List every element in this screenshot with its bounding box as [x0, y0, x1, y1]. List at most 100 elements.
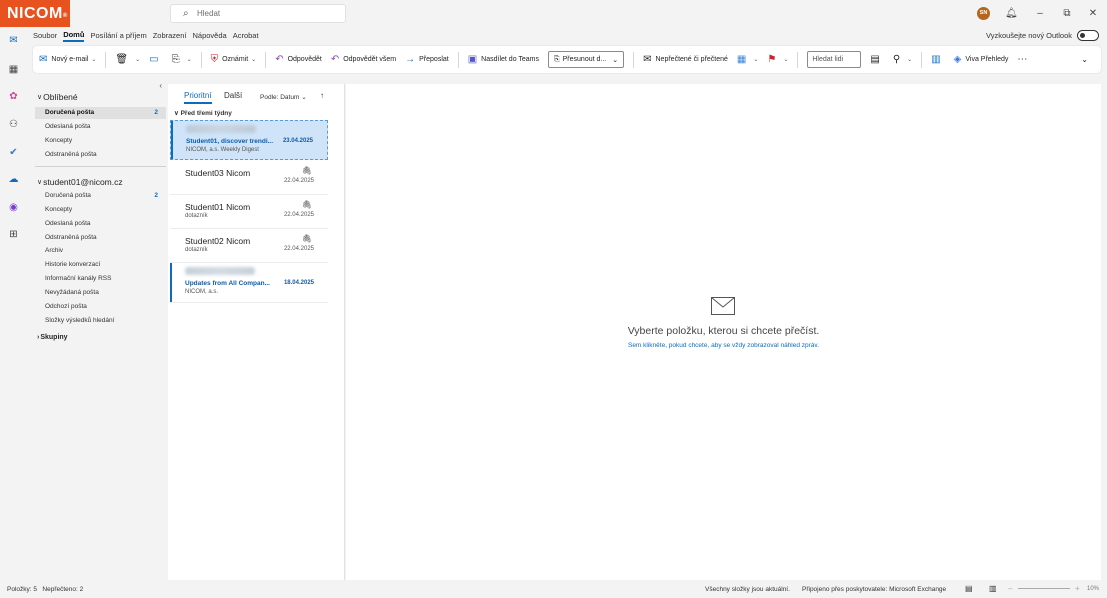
unread-count: Nepřečteno: 2: [42, 585, 84, 593]
try-new-outlook[interactable]: Vyzkoušejte nový Outlook: [986, 30, 1099, 41]
folder-archive[interactable]: Archiv: [35, 245, 166, 257]
tab-view[interactable]: Zobrazení: [153, 30, 187, 41]
message-item[interactable]: Updates from All Compan... 18.04.2025 NI…: [170, 263, 328, 303]
chevron-down-icon[interactable]: ⌄: [612, 56, 618, 64]
folder-drafts[interactable]: Koncepty: [35, 204, 166, 216]
bell-icon[interactable]: 🔔︎: [1005, 7, 1018, 20]
unread-read-button[interactable]: ✉ Nepřečtené či přečtené: [643, 54, 728, 65]
folder-sent[interactable]: Odeslaná pošta: [35, 218, 166, 230]
zoom-out-icon[interactable]: –: [1008, 584, 1012, 593]
favorite-sent[interactable]: Odeslaná pošta: [35, 121, 166, 133]
folder-deleted[interactable]: Odstraněná pošta: [35, 232, 166, 244]
nicom-logo: NICOM®: [0, 0, 70, 27]
people-icon[interactable]: ⚇: [7, 118, 20, 131]
move-to-dropdown[interactable]: ⎘ Přesunout d... ⌄: [548, 51, 625, 68]
tab-home[interactable]: Domů: [63, 29, 85, 42]
message-item[interactable]: Student02 Nicom 🖇︎ dotazník 22.04.2025: [170, 229, 328, 263]
address-book-button[interactable]: ▤: [870, 53, 883, 65]
find-people-input[interactable]: Hledat lidi: [807, 51, 862, 68]
folder-outbox[interactable]: Odchozí pošta: [35, 301, 166, 313]
ribbon-divider: [105, 51, 107, 68]
reading-pane-link[interactable]: Sem klikněte, pokud chcete, aby se vždy …: [346, 342, 1101, 349]
new-outlook-toggle[interactable]: [1077, 30, 1099, 41]
chevron-down-icon[interactable]: ⌄: [251, 56, 256, 63]
favorites-header[interactable]: ∨ Oblíbené: [37, 92, 78, 102]
chevron-down-icon[interactable]: ⌄: [135, 56, 140, 63]
apps-icon[interactable]: ⊞: [7, 228, 20, 241]
message-item[interactable]: Student01, discover trendi... 23.04.2025…: [170, 120, 328, 160]
folders-status: Všechny složky jsou aktuální.: [705, 585, 790, 593]
zoom-slider[interactable]: [1018, 588, 1070, 589]
viva-insights-button[interactable]: ◈ Viva Přehledy: [954, 54, 1009, 65]
categorize-button[interactable]: ▦ ⌄: [737, 54, 758, 65]
groups-header[interactable]: › Skupiny: [37, 334, 68, 341]
reading-pane-title: Vyberte položku, kterou si chcete přečís…: [627, 325, 820, 337]
folder-label: Odstraněná pošta: [45, 234, 97, 241]
new-email-button[interactable]: ✉ Nový e-mail ⌄: [39, 54, 96, 65]
share-teams-button[interactable]: ▣ Nasdílet do Teams: [468, 54, 539, 65]
reply-all-button[interactable]: ↶ Odpovědět všem: [331, 54, 396, 65]
sort-dropdown[interactable]: Podle: Datum ⌄: [260, 93, 307, 101]
chevron-down-icon[interactable]: ⌄: [783, 56, 788, 63]
collapse-pane-icon[interactable]: ‹: [159, 81, 162, 90]
tab-focused[interactable]: Prioritní: [184, 91, 212, 104]
favorite-inbox[interactable]: Doručená pošta 2: [35, 107, 166, 119]
folder-search-folders[interactable]: Složky výsledků hledání: [35, 315, 166, 327]
minimize-icon[interactable]: –: [1034, 7, 1046, 20]
delete-button[interactable]: 🗑︎ ⌄: [115, 54, 140, 65]
chevron-down-icon[interactable]: ⌄: [753, 56, 758, 63]
message-item[interactable]: Student03 Nicom 🖇︎ 22.04.2025: [170, 161, 328, 195]
sort-direction-icon[interactable]: ↑: [320, 91, 324, 100]
account-header[interactable]: ∨ student01@nicom.cz: [37, 177, 123, 187]
folder-junk[interactable]: Nevyžádaná pošta: [35, 287, 166, 299]
close-icon[interactable]: ✕: [1087, 7, 1099, 20]
reply-button[interactable]: ↶ Odpovědět: [275, 54, 322, 65]
favorite-deleted[interactable]: Odstraněná pošta: [35, 149, 166, 161]
mail-icon[interactable]: ✉: [7, 34, 20, 47]
message-subject: Student01, discover trendi...: [186, 138, 274, 145]
chevron-down-icon[interactable]: ⌄: [91, 56, 96, 63]
tab-send-receive[interactable]: Posílání a příjem: [90, 30, 146, 41]
flag-button[interactable]: ⚑ ⌄: [767, 54, 788, 65]
unread-count: 2: [154, 109, 158, 116]
search-box[interactable]: ⌕ Hledat: [170, 4, 346, 23]
filter-button[interactable]: ⚲ ⌄: [893, 54, 912, 65]
folder-conversation-history[interactable]: Historie konverzací: [35, 259, 166, 271]
tab-acrobat[interactable]: Acrobat: [233, 30, 259, 41]
sort-label: Podle: Datum: [260, 94, 300, 101]
loop-icon[interactable]: ◉: [7, 201, 20, 214]
account-title: student01@nicom.cz: [43, 177, 123, 187]
message-item[interactable]: Student01 Nicom 🖇︎ dotazník 22.04.2025: [170, 195, 328, 229]
tab-file[interactable]: Soubor: [33, 30, 57, 41]
forward-label: Přeposlat: [419, 56, 449, 63]
group-label[interactable]: ∨ Před třemi týdny: [174, 109, 232, 117]
more-options-button[interactable]: ⋯: [1017, 54, 1031, 65]
normal-view-icon[interactable]: ▤: [965, 584, 973, 593]
favorite-drafts[interactable]: Koncepty: [35, 135, 166, 147]
immersive-reader-button[interactable]: ▥: [931, 53, 944, 65]
chevron-down-icon[interactable]: ⌄: [187, 56, 192, 63]
reading-view-icon[interactable]: ▥: [989, 584, 997, 593]
chevron-down-icon[interactable]: ⌄: [907, 56, 912, 63]
forward-icon: →: [405, 53, 416, 65]
forward-button[interactable]: → Přeposlat: [405, 53, 449, 65]
copilot-icon[interactable]: ✿: [7, 90, 20, 103]
folder-label: Odstraněná pošta: [45, 151, 97, 158]
address-book-icon: ▤: [870, 53, 880, 65]
archive-button[interactable]: ▭: [149, 54, 162, 65]
announce-button[interactable]: ⛨ Oznámit ⌄: [211, 54, 257, 65]
ribbon-expand-button[interactable]: ⌄: [1081, 55, 1092, 65]
folder-inbox[interactable]: Doručená pošta 2: [35, 190, 166, 202]
reader-icon: ▥: [931, 53, 941, 65]
tab-help[interactable]: Nápověda: [193, 30, 227, 41]
avatar[interactable]: SN: [977, 7, 990, 20]
move-to-button[interactable]: ⎘ ⌄: [172, 54, 192, 65]
attachment-icon: 🖇︎: [301, 234, 312, 243]
tab-other[interactable]: Další: [224, 91, 242, 100]
zoom-in-icon[interactable]: +: [1075, 584, 1080, 593]
folder-rss[interactable]: Informační kanály RSS: [35, 273, 166, 285]
onedrive-icon[interactable]: ☁: [7, 173, 20, 186]
calendar-icon[interactable]: ▦: [7, 63, 20, 76]
todo-icon[interactable]: ✔: [7, 146, 20, 159]
restore-icon[interactable]: ⧉: [1061, 7, 1073, 20]
